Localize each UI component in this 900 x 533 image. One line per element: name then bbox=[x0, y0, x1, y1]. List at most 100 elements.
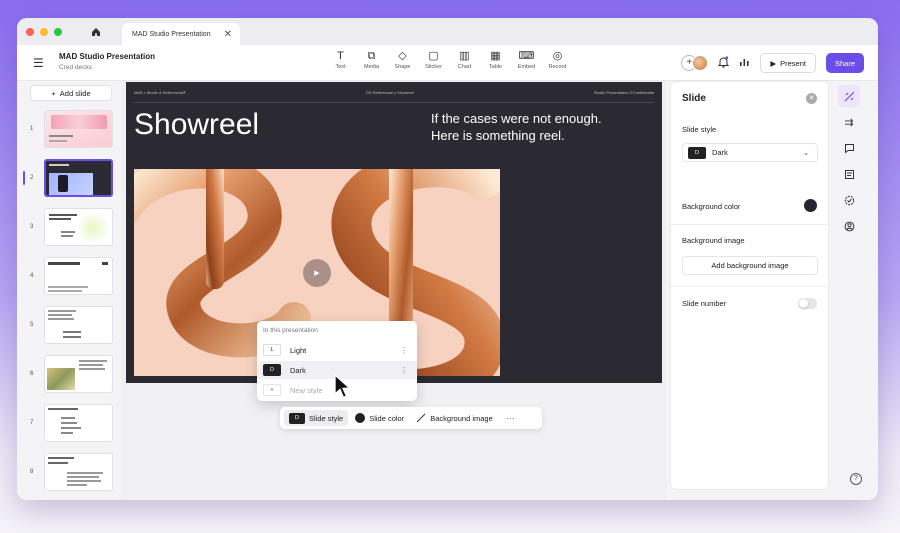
maximize-window-dot[interactable] bbox=[54, 27, 62, 36]
share-button[interactable]: Share bbox=[825, 53, 864, 73]
slide-style-button[interactable]: D Slide style bbox=[284, 410, 349, 426]
record-tool[interactable]: ◎ Record bbox=[542, 49, 573, 70]
checklist-icon[interactable] bbox=[838, 189, 860, 211]
embed-tool[interactable]: ⌨ Embed bbox=[511, 49, 542, 70]
slide-style-select[interactable]: D Dark ⌄ bbox=[682, 143, 818, 162]
color-swatch-icon bbox=[355, 413, 366, 423]
analytics-icon[interactable] bbox=[739, 57, 750, 70]
minimize-window-dot[interactable] bbox=[40, 27, 48, 36]
design-icon[interactable] bbox=[838, 85, 860, 107]
thumbnail-image bbox=[44, 453, 113, 491]
slide-divider bbox=[134, 102, 654, 103]
plus-icon: + bbox=[51, 88, 56, 98]
media-tool[interactable]: ⧉ Media bbox=[356, 49, 387, 70]
document-subtitle[interactable]: Cred decks bbox=[59, 64, 92, 71]
animation-icon[interactable]: ⇉ bbox=[838, 111, 860, 133]
hamburger-icon[interactable]: ☰ bbox=[33, 56, 44, 70]
add-slide-button[interactable]: + Add slide bbox=[30, 85, 112, 101]
document-tab[interactable]: MAD Studio Presentation ✕ bbox=[122, 23, 240, 45]
slide-style-label: Slide style bbox=[309, 413, 344, 423]
avatar[interactable] bbox=[692, 55, 709, 71]
slide-thumbnail-3[interactable]: 3 bbox=[17, 208, 121, 248]
insert-toolbar: T Text ⧉ Media ◇ Shape ▢ Sticker ▥ Chart ▦ Tab… bbox=[325, 49, 573, 70]
window-controls bbox=[26, 27, 62, 36]
play-video-button[interactable]: ▶ bbox=[303, 259, 331, 287]
slide-style-label: Slide style bbox=[682, 125, 717, 134]
tool-label: Shape bbox=[394, 64, 411, 70]
more-options-icon[interactable]: ⋮ bbox=[400, 346, 408, 355]
profile-icon[interactable] bbox=[838, 215, 860, 237]
slide-color-button[interactable]: Slide color bbox=[350, 410, 409, 426]
light-style-badge: L bbox=[263, 344, 281, 356]
slide-header-left: MAD • Studio & Referencial® bbox=[134, 90, 186, 95]
tool-label: Sticker bbox=[425, 64, 442, 70]
sticker-icon: ▢ bbox=[428, 50, 439, 62]
background-color-swatch[interactable] bbox=[804, 199, 817, 212]
slide-thumbnail-2[interactable]: 2 bbox=[17, 159, 121, 199]
thumbnail-image bbox=[44, 110, 113, 148]
image-slash-icon bbox=[416, 413, 426, 423]
media-icon: ⧉ bbox=[367, 50, 376, 62]
slide-number: 3 bbox=[30, 224, 34, 230]
thumbnail-image bbox=[44, 306, 113, 344]
dark-style-badge: D bbox=[263, 364, 281, 376]
close-window-dot[interactable] bbox=[26, 27, 34, 36]
slide-thumbnail-5[interactable]: 5 bbox=[17, 306, 121, 346]
slide-thumbnail-1[interactable]: 1 bbox=[17, 110, 121, 150]
style-option-label: New style bbox=[290, 385, 323, 395]
shape-tool[interactable]: ◇ Shape bbox=[387, 49, 418, 70]
chart-tool[interactable]: ▥ Chart bbox=[449, 49, 480, 70]
tool-label: Text bbox=[335, 64, 346, 70]
slide-number: 7 bbox=[30, 420, 34, 426]
active-slide-indicator bbox=[23, 171, 25, 185]
tagline-line-2: Here is something reel. bbox=[431, 128, 565, 143]
document-title[interactable]: MAD Studio Presentation bbox=[59, 52, 155, 61]
style-option-light[interactable]: L Light ⋮ bbox=[257, 341, 417, 359]
help-icon[interactable]: ? bbox=[850, 473, 862, 485]
style-option-label: Light bbox=[290, 345, 307, 355]
app-header: ☰ MAD Studio Presentation Cred decks T Te… bbox=[17, 45, 878, 81]
slide-context-toolbar: D Slide style Slide color Background ima… bbox=[280, 407, 542, 429]
slide-thumbnail-7[interactable]: 7 bbox=[17, 404, 121, 444]
bell-icon[interactable] bbox=[718, 55, 730, 71]
thumbnail-image bbox=[44, 208, 113, 246]
style-badge: D bbox=[688, 146, 706, 159]
table-tool[interactable]: ▦ Table bbox=[480, 49, 511, 70]
tool-label: Media bbox=[364, 64, 379, 70]
tab-title: MAD Studio Presentation bbox=[132, 30, 211, 38]
more-options-icon[interactable]: ⋮ bbox=[400, 366, 408, 375]
mouse-cursor-icon bbox=[334, 374, 351, 399]
home-tab[interactable] bbox=[76, 22, 116, 42]
slide-number: 2 bbox=[30, 175, 34, 181]
slide-number: 4 bbox=[30, 273, 34, 279]
more-icon[interactable]: ··· bbox=[500, 413, 521, 423]
slide-number: 5 bbox=[30, 322, 34, 328]
tool-label: Chart bbox=[457, 64, 472, 70]
sticker-tool[interactable]: ▢ Sticker bbox=[418, 49, 449, 70]
background-image-button[interactable]: Background image bbox=[411, 410, 498, 426]
present-label: Present bbox=[780, 58, 806, 68]
popover-heading: In this presentation bbox=[263, 327, 318, 334]
background-image-label: Background image bbox=[682, 236, 745, 245]
slide-number: 6 bbox=[30, 371, 34, 377]
slide-tagline[interactable]: If the cases were not enough. Here is so… bbox=[431, 110, 602, 144]
thumbnail-image bbox=[44, 257, 113, 295]
present-button[interactable]: ▶ Present bbox=[760, 53, 816, 73]
close-panel-icon[interactable]: ✕ bbox=[806, 93, 817, 104]
slide-number: 8 bbox=[30, 469, 34, 475]
background-image-label: Background image bbox=[430, 413, 493, 423]
slide-number-toggle[interactable] bbox=[798, 298, 817, 309]
slide-thumbnail-8[interactable]: 8 bbox=[17, 453, 121, 493]
app-window: MAD Studio Presentation ✕ ☰ MAD Studio P… bbox=[17, 18, 878, 500]
right-icon-rail: ⇉ bbox=[834, 81, 864, 500]
record-icon: ◎ bbox=[552, 50, 563, 62]
add-background-image-button[interactable]: Add background image bbox=[682, 256, 818, 275]
tool-label: Embed bbox=[517, 64, 536, 70]
slide-thumbnail-4[interactable]: 4 bbox=[17, 257, 121, 297]
notes-icon[interactable] bbox=[838, 163, 860, 185]
text-tool[interactable]: T Text bbox=[325, 49, 356, 70]
comments-icon[interactable] bbox=[838, 137, 860, 159]
tab-close-icon[interactable]: ✕ bbox=[224, 29, 232, 40]
slide-title[interactable]: Showreel bbox=[134, 108, 259, 142]
slide-thumbnail-6[interactable]: 6 bbox=[17, 355, 121, 395]
